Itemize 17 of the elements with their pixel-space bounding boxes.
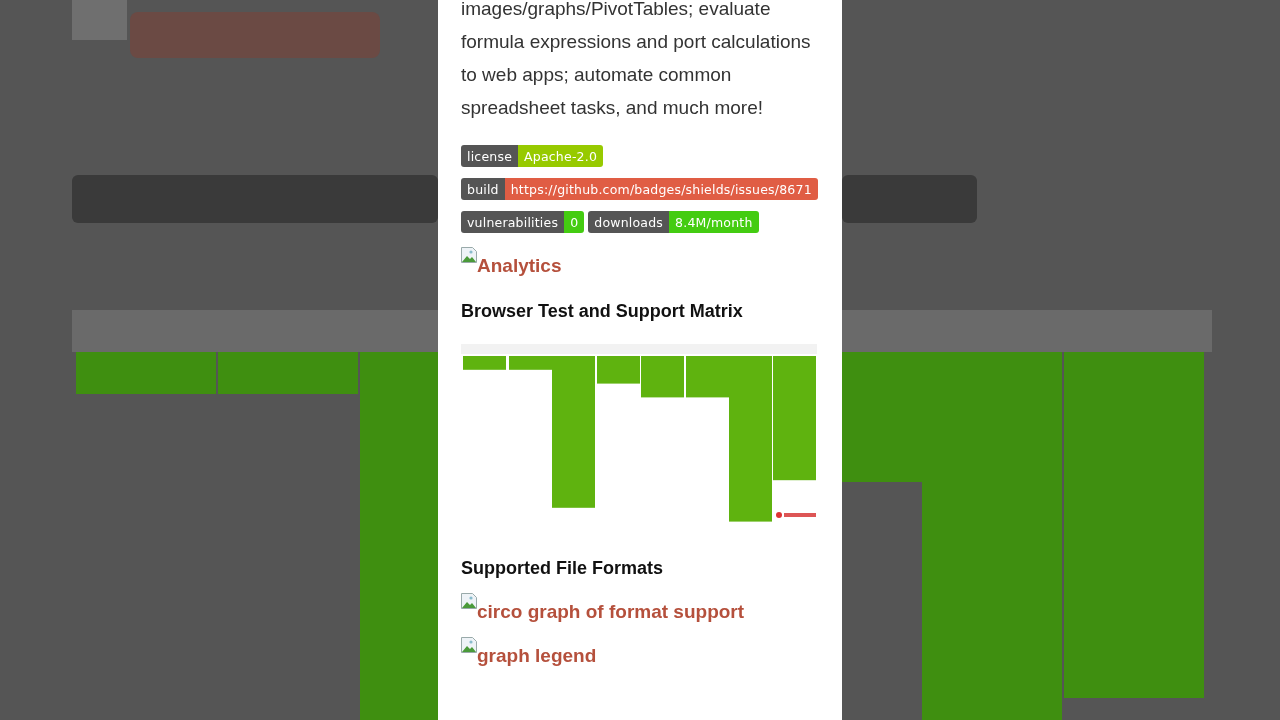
broken-image-icon: [461, 637, 477, 653]
section-heading: Browser Test and Support Matrix: [461, 301, 744, 322]
badge-label: downloads: [588, 211, 670, 233]
badge-value: 8.4M/month: [669, 211, 759, 233]
badge-label: build: [461, 178, 505, 200]
image-alt-link[interactable]: circo graph of format support: [477, 601, 745, 623]
badge-value: 0: [564, 211, 585, 233]
broken-image-icon: [461, 593, 477, 609]
image-alt-link[interactable]: Analytics: [477, 255, 562, 277]
broken-image-icon: [461, 247, 477, 263]
badge-value: Apache-2.0: [518, 145, 604, 167]
image-alt-link[interactable]: graph legend: [477, 645, 597, 667]
section-heading: Supported File Formats: [461, 558, 665, 579]
badge-label: vulnerabilities: [461, 211, 565, 233]
badge-label: license: [461, 145, 519, 167]
badge-value: https://github.com/badges/shields/issues/8671: [504, 178, 818, 200]
description-text: images/graphs/PivotTables; evaluate formula expressions and port calculations to web apps; automate common spreadsheet tasks, and much more!: [461, 0, 812, 120]
